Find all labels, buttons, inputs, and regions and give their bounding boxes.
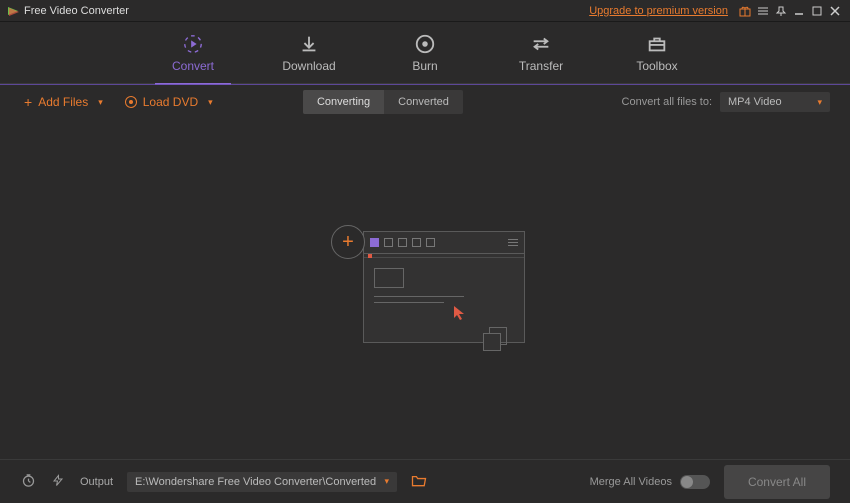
- plus-icon: +: [24, 95, 32, 109]
- tab-transfer[interactable]: Transfer: [503, 22, 579, 84]
- plus-icon: +: [342, 231, 354, 254]
- app-logo-icon: [6, 4, 20, 18]
- open-folder-icon[interactable]: [411, 474, 427, 490]
- add-file-drop-button[interactable]: +: [331, 225, 365, 259]
- tab-label: Toolbox: [636, 59, 677, 73]
- convert-all-label: Convert all files to:: [622, 96, 712, 108]
- cursor-icon: [453, 305, 467, 321]
- schedule-icon[interactable]: [20, 473, 36, 491]
- load-dvd-label: Load DVD: [143, 95, 198, 109]
- menu-icon[interactable]: [754, 2, 772, 20]
- tab-label: Download: [282, 59, 335, 73]
- target-format-value: MP4 Video: [728, 96, 782, 108]
- gift-icon[interactable]: [736, 2, 754, 20]
- tab-convert[interactable]: Convert: [155, 22, 231, 84]
- disc-icon: [125, 96, 137, 108]
- minimize-icon[interactable]: [790, 2, 808, 20]
- output-path-select[interactable]: E:\Wondershare Free Video Converter\Conv…: [127, 472, 397, 492]
- transfer-icon: [530, 33, 552, 55]
- load-dvd-button[interactable]: Load DVD ▾: [121, 93, 217, 111]
- chevron-down-icon: ▾: [817, 97, 822, 108]
- convert-all-button[interactable]: Convert All: [724, 465, 830, 499]
- gpu-accel-icon[interactable]: [50, 473, 66, 491]
- pin-icon[interactable]: [772, 2, 790, 20]
- convert-icon: [182, 33, 204, 55]
- chevron-down-icon: ▾: [385, 476, 390, 487]
- chevron-down-icon: ▾: [208, 97, 213, 108]
- footer: Output E:\Wondershare Free Video Convert…: [0, 459, 850, 503]
- content-area: +: [0, 119, 850, 459]
- titlebar: Free Video Converter Upgrade to premium …: [0, 0, 850, 22]
- toolbox-icon: [646, 33, 668, 55]
- upgrade-link[interactable]: Upgrade to premium version: [589, 5, 728, 17]
- target-format-select[interactable]: MP4 Video ▾: [720, 92, 830, 112]
- tab-download[interactable]: Download: [271, 22, 347, 84]
- add-files-label: Add Files: [38, 95, 88, 109]
- download-icon: [298, 33, 320, 55]
- output-path-value: E:\Wondershare Free Video Converter\Conv…: [135, 476, 376, 488]
- status-segmented: Converting Converted: [303, 90, 463, 114]
- converted-tab[interactable]: Converted: [384, 90, 463, 114]
- tab-label: Burn: [412, 59, 437, 73]
- maximize-icon[interactable]: [808, 2, 826, 20]
- stack-icon: [483, 327, 507, 351]
- empty-state-illustration: +: [325, 219, 525, 359]
- sub-toolbar: + Add Files ▾ Load DVD ▾ Converting Conv…: [0, 85, 850, 119]
- tab-label: Convert: [172, 59, 214, 73]
- chevron-down-icon: ▾: [98, 97, 103, 108]
- main-tabs: Convert Download Burn Transfer Toolbox: [0, 22, 850, 84]
- output-label: Output: [80, 476, 113, 488]
- add-files-button[interactable]: + Add Files ▾: [20, 93, 107, 111]
- merge-toggle[interactable]: [680, 475, 710, 489]
- merge-label: Merge All Videos: [590, 476, 672, 488]
- tab-burn[interactable]: Burn: [387, 22, 463, 84]
- burn-icon: [414, 33, 436, 55]
- close-icon[interactable]: [826, 2, 844, 20]
- tab-label: Transfer: [519, 59, 563, 73]
- converting-tab[interactable]: Converting: [303, 90, 384, 114]
- divider: [0, 84, 850, 85]
- tab-toolbox[interactable]: Toolbox: [619, 22, 695, 84]
- app-title: Free Video Converter: [24, 5, 129, 17]
